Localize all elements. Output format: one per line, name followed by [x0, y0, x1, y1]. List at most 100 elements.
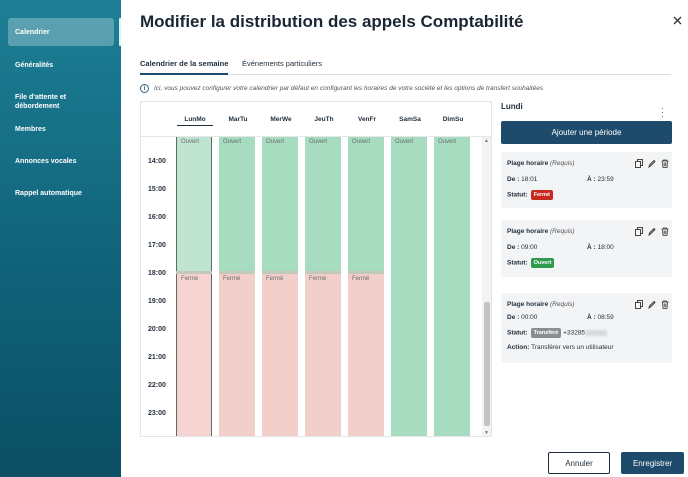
sidebar-item-generalites[interactable]: Généralités — [8, 61, 114, 70]
sidebar-item-label: File d'attente et débordement — [15, 94, 67, 110]
sidebar-item-label: Calendrier — [15, 28, 50, 36]
sidebar-item-rappel-automatique[interactable]: Rappel automatique — [8, 189, 114, 198]
to-label: À : — [587, 244, 596, 251]
sidebar-item-membres[interactable]: Membres — [8, 125, 114, 134]
close-icon[interactable] — [673, 14, 682, 28]
slot-title-label: Plage horaire — [507, 228, 549, 235]
slot-actions — [634, 158, 669, 168]
slot-label: Fermé — [352, 276, 370, 282]
page-title: Modifier la distribution des appels Comp… — [140, 12, 524, 31]
from-label: De : — [507, 176, 520, 183]
copy-icon[interactable] — [634, 226, 643, 236]
scroll-up-icon[interactable]: ▲ — [484, 138, 489, 144]
status-badge: Fermé — [530, 190, 554, 200]
tab-calendrier-semaine[interactable]: Calendrier de la semaine — [140, 59, 229, 75]
copy-icon[interactable] — [634, 299, 643, 309]
slot-label: Fermé — [223, 276, 241, 282]
day-header-lundi[interactable]: LunMo — [177, 116, 213, 126]
slot-block-open[interactable]: Ouvert — [176, 137, 212, 271]
slot-from: De : 18:01 — [507, 176, 537, 183]
sidebar-item-annonces-vocales[interactable]: Annonces vocales — [8, 157, 114, 166]
time-slot-card: Plage horaire (Requis) De : 00:00 À : 08… — [501, 293, 672, 363]
day-header-samedi[interactable]: SamSa — [392, 116, 428, 123]
slot-block-open[interactable]: Ouvert — [348, 137, 384, 271]
slot-label: Ouvert — [395, 139, 414, 145]
slot-actions — [634, 299, 669, 309]
day-header-mercredi[interactable]: MerWe — [263, 116, 299, 123]
slot-label: Ouvert — [223, 139, 242, 145]
trash-icon[interactable] — [660, 158, 669, 168]
slot-block-closed[interactable]: Fermé — [219, 274, 255, 436]
sidebar: Calendrier Généralités File d'attente et… — [0, 0, 121, 477]
status-label: Statut: — [507, 329, 528, 337]
sidebar-item-file-attente[interactable]: File d'attente et débordement — [8, 93, 114, 111]
info-icon: i — [140, 84, 149, 93]
day-header-mardi[interactable]: MarTu — [220, 116, 256, 123]
action-label: Action: — [507, 344, 530, 351]
hour-label: 21:00 — [148, 354, 166, 361]
slot-block-open[interactable]: Ouvert — [434, 137, 470, 436]
scroll-down-icon[interactable]: ▼ — [484, 430, 489, 436]
slot-label: Fermé — [309, 276, 327, 282]
tab-bar: Calendrier de la semaine Événements part… — [140, 59, 671, 75]
hour-label: 14:00 — [148, 158, 166, 165]
slot-label: Fermé — [181, 276, 199, 282]
slot-label: Ouvert — [181, 139, 200, 145]
day-header-jeudi[interactable]: JeuTh — [306, 116, 342, 123]
sidebar-item-label: Rappel automatique — [15, 190, 82, 197]
slot-from: De : 00:00 — [507, 314, 537, 321]
calendar-scrollbar[interactable]: ▲ ▼ — [482, 137, 491, 436]
hour-label: 16:00 — [148, 214, 166, 221]
slot-block-open[interactable]: Ouvert — [262, 137, 298, 271]
info-banner: i Ici, vous pouvez configurer votre cale… — [140, 84, 543, 93]
time-slot-card: Plage horaire (Requis) De : 09:00 À : 18… — [501, 220, 672, 277]
more-options-icon[interactable]: · · · — [661, 104, 664, 121]
to-value: 18:00 — [597, 244, 614, 251]
slot-block-closed[interactable]: Fermé — [348, 274, 384, 436]
required-label: (Requis) — [550, 228, 575, 235]
status-label: Statut: — [507, 259, 528, 267]
edit-icon[interactable] — [647, 299, 656, 309]
from-value: 00:00 — [521, 314, 538, 321]
slot-label: Fermé — [266, 276, 284, 282]
slot-title-label: Plage horaire — [507, 301, 549, 308]
day-header-vendredi[interactable]: VenFr — [349, 116, 385, 123]
required-label: (Requis) — [550, 160, 575, 167]
slot-actions — [634, 226, 669, 236]
redacted-phone-suffix — [585, 330, 608, 336]
slot-title: Plage horaire (Requis) — [507, 160, 575, 167]
hour-label: 20:00 — [148, 326, 166, 333]
slot-block-closed[interactable]: Fermé — [305, 274, 341, 436]
slot-block-open[interactable]: Ouvert — [219, 137, 255, 271]
hour-label: 18:00 — [148, 270, 166, 277]
hour-label: 22:00 — [148, 382, 166, 389]
scrollbar-thumb[interactable] — [484, 302, 490, 426]
edit-icon[interactable] — [647, 226, 656, 236]
sidebar-item-calendrier[interactable]: Calendrier — [8, 18, 114, 46]
slot-title: Plage horaire (Requis) — [507, 228, 575, 235]
calendar-header: LunMo MarTu MerWe JeuTh VenFr SamSa DimS… — [141, 102, 491, 137]
time-slot-card: Plage horaire (Requis) De : 18:01 À : 23… — [501, 152, 672, 208]
slot-block-closed[interactable]: Fermé — [262, 274, 298, 436]
trash-icon[interactable] — [660, 226, 669, 236]
required-label: (Requis) — [550, 301, 575, 308]
save-button[interactable]: Enregistrer — [621, 452, 684, 474]
tab-evenements-particuliers[interactable]: Événements particuliers — [242, 59, 322, 75]
slot-status: Statut: Ouvert — [507, 258, 555, 268]
add-period-button[interactable]: Ajouter une période — [501, 121, 672, 144]
slot-block-open[interactable]: Ouvert — [305, 137, 341, 271]
slot-block-closed[interactable]: Fermé — [176, 274, 212, 436]
edit-icon[interactable] — [647, 158, 656, 168]
day-header-dimanche[interactable]: DimSu — [435, 116, 471, 123]
slot-label: Ouvert — [309, 139, 328, 145]
to-value: 23:59 — [597, 176, 614, 183]
main-panel: Modifier la distribution des appels Comp… — [121, 0, 688, 477]
cancel-button[interactable]: Annuler — [548, 452, 610, 474]
slot-block-open[interactable]: Ouvert — [391, 137, 427, 436]
slot-action: Action: Transférer vers un utilisateur — [507, 344, 614, 351]
sidebar-item-label: Annonces vocales — [15, 158, 77, 165]
hour-label: 23:00 — [148, 410, 166, 417]
trash-icon[interactable] — [660, 299, 669, 309]
slot-to: À : 23:59 — [587, 176, 614, 183]
copy-icon[interactable] — [634, 158, 643, 168]
